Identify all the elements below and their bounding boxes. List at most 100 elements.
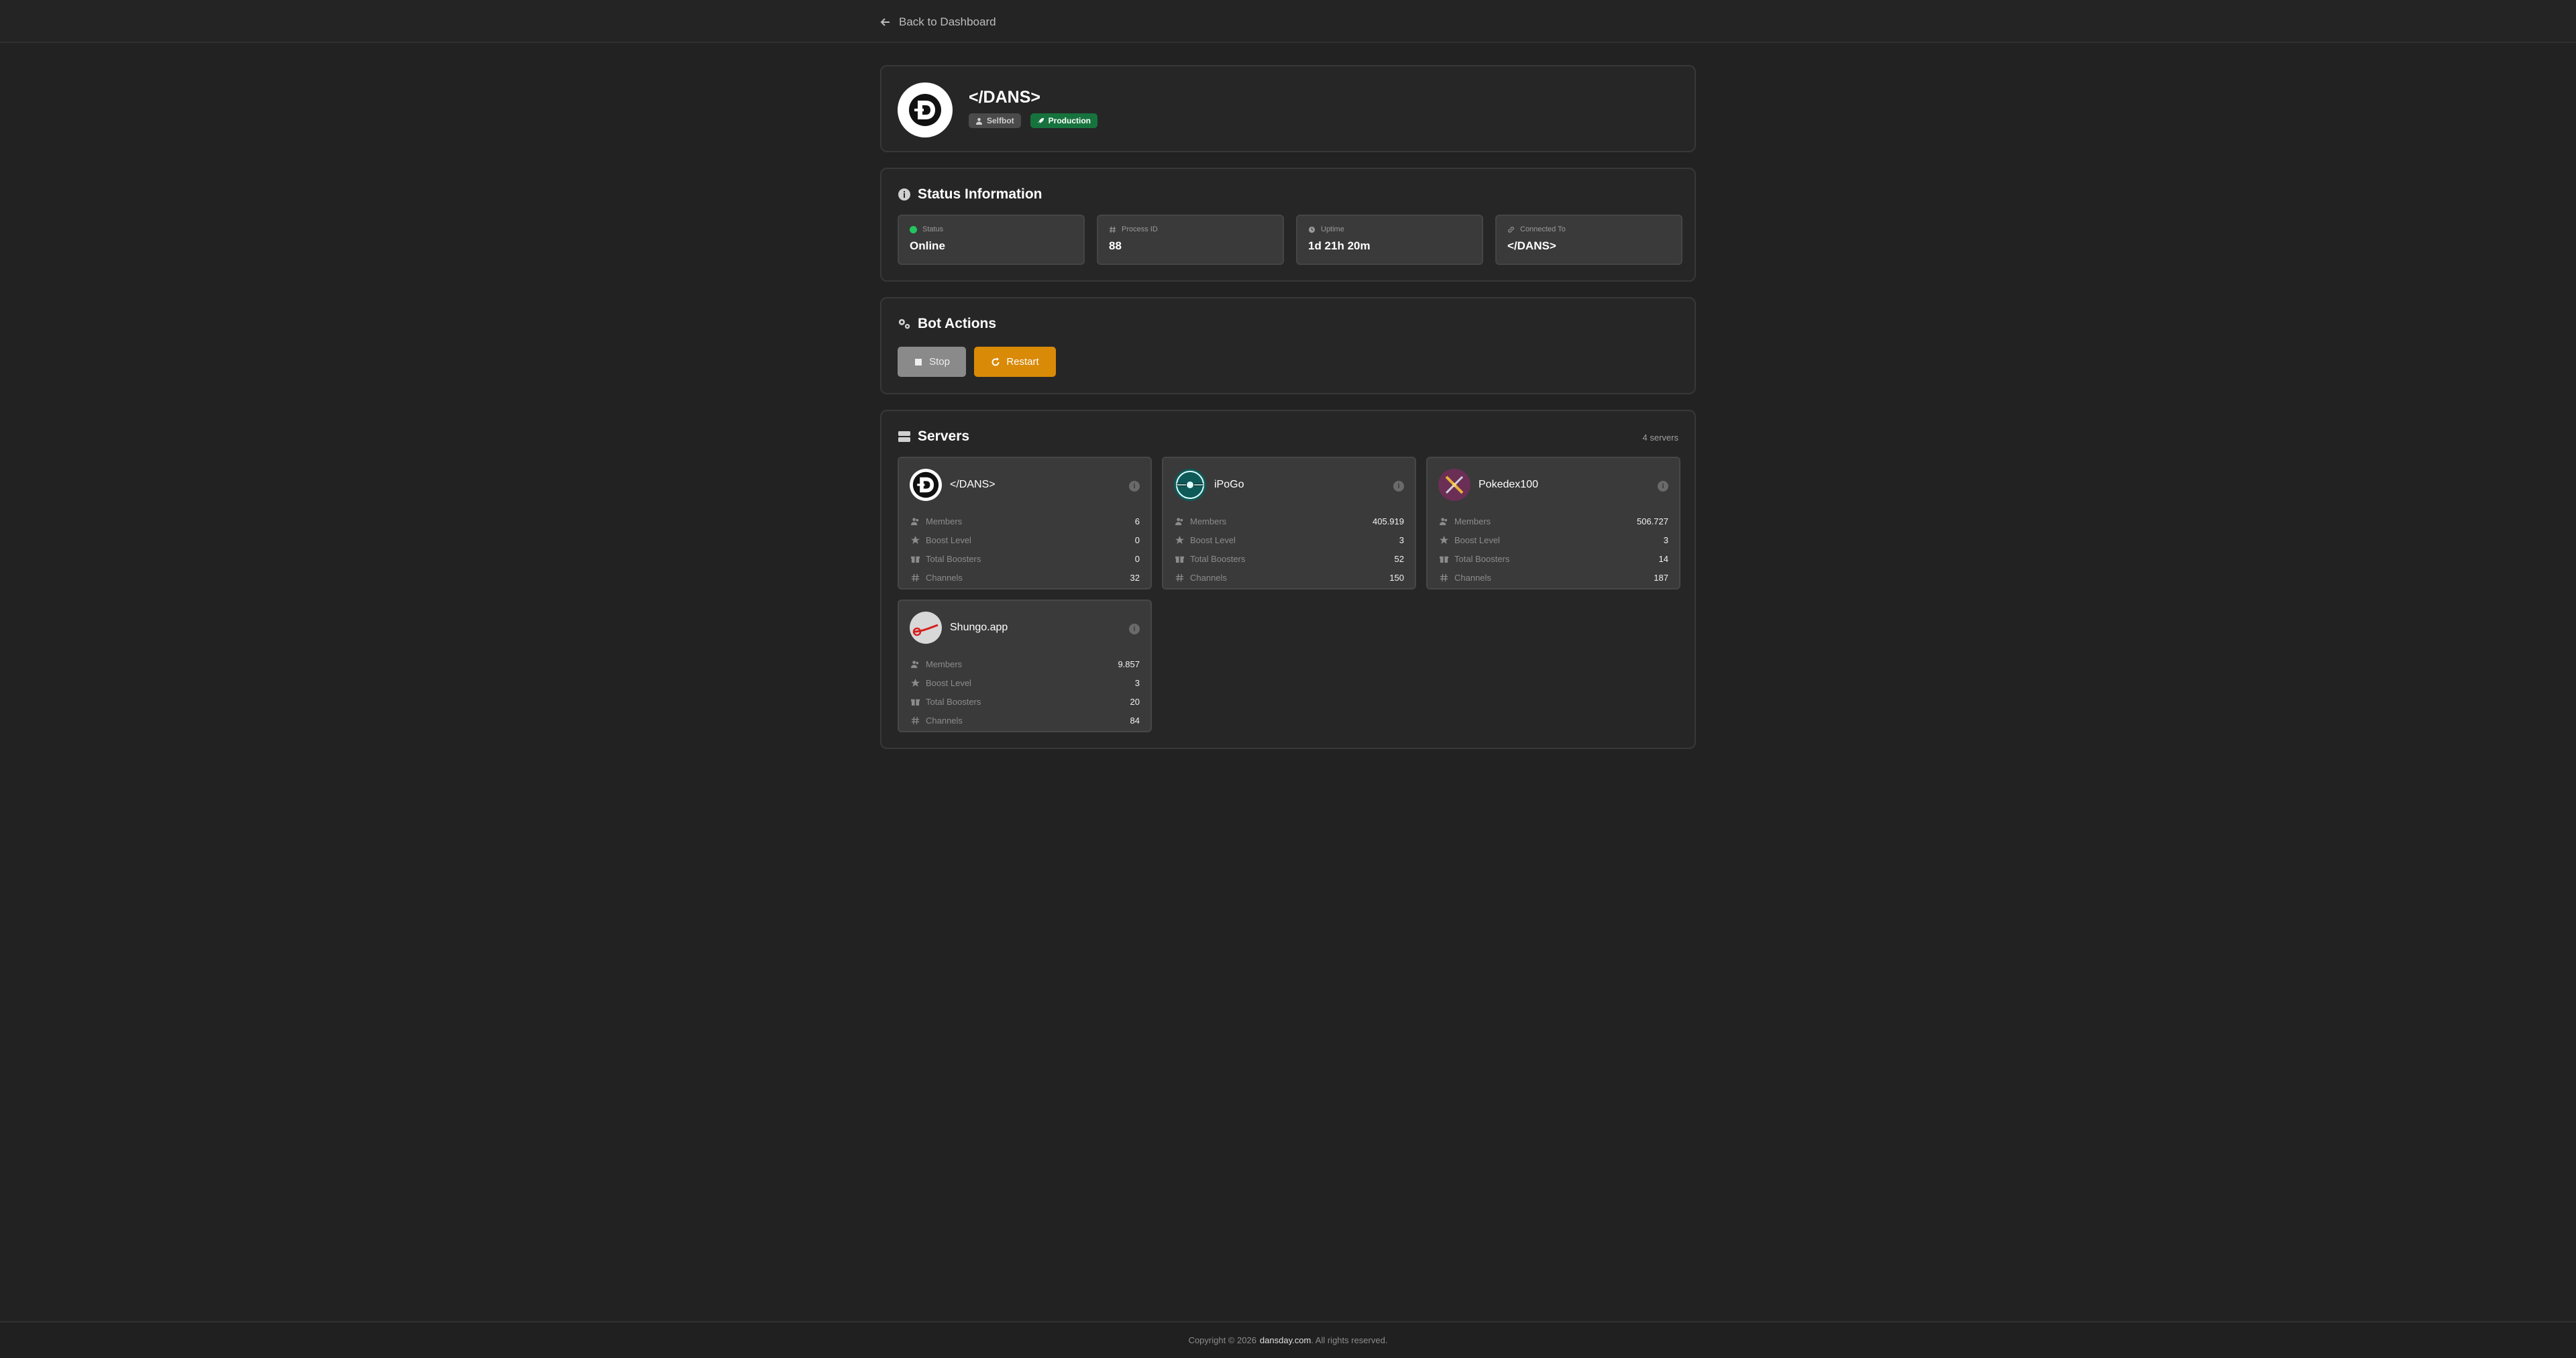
boost-level-value: 0	[1134, 534, 1140, 545]
actions-section-title: Bot Actions	[898, 316, 996, 332]
info-icon[interactable]: i	[1129, 481, 1140, 492]
users-icon	[911, 517, 919, 525]
production-badge-label: Production	[1048, 116, 1091, 125]
channels-value: 32	[1130, 572, 1140, 583]
stop-icon	[915, 358, 922, 365]
members-label: Members	[1190, 516, 1227, 526]
info-icon[interactable]: i	[1393, 481, 1404, 492]
server-name: Pokedex100	[1479, 479, 1538, 490]
hashtag-icon	[911, 716, 920, 724]
footer-rights: . All rights reserved.	[1311, 1335, 1388, 1345]
server-avatar	[910, 612, 942, 644]
back-to-dashboard-link[interactable]: Back to Dashboard	[880, 13, 996, 31]
members-value: 506.727	[1637, 516, 1668, 526]
restart-button[interactable]: Restart	[974, 347, 1056, 377]
status-label: Status	[922, 225, 944, 233]
stop-button[interactable]: Stop	[898, 347, 966, 377]
servers-title-text: Servers	[918, 429, 970, 444]
footer-site-link[interactable]: dansday.com	[1260, 1335, 1311, 1345]
boost-level-label: Boost Level	[926, 677, 971, 688]
channels-value: 150	[1389, 572, 1404, 583]
hashtag-icon	[1440, 573, 1448, 581]
star-icon	[1440, 535, 1448, 544]
users-icon	[1175, 517, 1183, 525]
boost-level-row: Boost Level 3	[1175, 530, 1404, 549]
total-boosters-row: Total Boosters 0	[911, 549, 1140, 568]
users-icon	[1440, 517, 1448, 525]
boost-level-row: Boost Level 0	[911, 530, 1140, 549]
bot-badges: Selfbot Production	[969, 113, 1097, 128]
hashtag-icon	[1109, 226, 1116, 233]
process-id-box: Process ID 88	[1097, 215, 1284, 265]
info-circle-icon	[898, 188, 910, 201]
gears-icon	[898, 319, 910, 329]
channels-label: Channels	[926, 715, 963, 726]
star-icon	[911, 535, 920, 544]
action-buttons: Stop Restart	[898, 347, 1056, 377]
total-boosters-value: 14	[1658, 553, 1668, 564]
footer-copyright: Copyright © 2026	[1188, 1335, 1256, 1345]
server-name: iPoGo	[1214, 479, 1244, 490]
gift-icon	[911, 699, 920, 705]
server-card[interactable]: Pokedex100 i Members 506.727 Boost Level 3…	[1426, 457, 1680, 589]
star-icon	[911, 678, 920, 687]
members-value: 6	[1134, 516, 1140, 526]
uptime-value: 1d 21h 20m	[1308, 239, 1371, 252]
boost-level-value: 3	[1399, 534, 1404, 545]
boost-level-row: Boost Level 3	[1440, 530, 1668, 549]
channels-row: Channels 150	[1175, 568, 1404, 587]
server-name: </DANS>	[950, 479, 996, 490]
server-card[interactable]: iPoGo i Members 405.919 Boost Level 3 Tota…	[1162, 457, 1416, 589]
uptime-label: Uptime	[1321, 225, 1344, 233]
actions-title-text: Bot Actions	[918, 316, 997, 331]
connected-to-box: Connected To </DANS>	[1495, 215, 1682, 265]
production-badge: Production	[1030, 113, 1097, 128]
uptime-box: Uptime 1d 21h 20m	[1296, 215, 1483, 265]
status-title-text: Status Information	[918, 186, 1042, 202]
total-boosters-label: Total Boosters	[926, 553, 981, 564]
hashtag-icon	[1175, 573, 1184, 581]
gift-icon	[1440, 556, 1448, 563]
gift-icon	[1175, 556, 1184, 563]
info-icon[interactable]: i	[1129, 624, 1140, 634]
gift-icon	[911, 556, 920, 563]
arrow-left-icon	[880, 18, 890, 26]
boost-level-value: 3	[1134, 677, 1140, 688]
back-link-label: Back to Dashboard	[899, 15, 996, 28]
channels-row: Channels 187	[1440, 568, 1668, 587]
members-row: Members 9.857	[911, 655, 1140, 673]
server-avatar	[1438, 469, 1470, 501]
total-boosters-row: Total Boosters 14	[1440, 549, 1668, 568]
members-value: 405.919	[1373, 516, 1404, 526]
total-boosters-value: 20	[1130, 696, 1140, 707]
server-icon	[898, 431, 910, 442]
total-boosters-label: Total Boosters	[926, 696, 981, 707]
connected-to-value: </DANS>	[1507, 239, 1556, 252]
servers-section-title: Servers	[898, 429, 969, 445]
process-id-value: 88	[1109, 239, 1122, 252]
selfbot-badge: Selfbot	[969, 113, 1021, 128]
server-avatar	[1174, 469, 1206, 501]
members-row: Members 506.727	[1440, 512, 1668, 530]
link-icon	[1508, 226, 1514, 233]
server-avatar	[910, 469, 942, 501]
boost-level-row: Boost Level 3	[911, 673, 1140, 692]
hashtag-icon	[911, 573, 920, 581]
selfbot-badge-label: Selfbot	[987, 116, 1014, 125]
total-boosters-row: Total Boosters 20	[911, 692, 1140, 711]
server-card[interactable]: </DANS> i Members 6 Boost Level 0 Total Bo…	[898, 457, 1152, 589]
server-card[interactable]: Shungo.app i Members 9.857 Boost Level 3 T…	[898, 600, 1152, 732]
channels-label: Channels	[926, 572, 963, 583]
members-row: Members 405.919	[1175, 512, 1404, 530]
bot-logo-icon	[909, 94, 941, 126]
online-dot-icon	[910, 225, 917, 233]
stop-button-label: Stop	[929, 356, 950, 367]
process-id-label: Process ID	[1122, 225, 1158, 233]
boost-level-label: Boost Level	[1190, 534, 1236, 545]
channels-row: Channels 32	[911, 568, 1140, 587]
status-information-card: Status Information Status Online Process…	[880, 168, 1696, 282]
connected-to-label: Connected To	[1520, 225, 1566, 233]
users-icon	[911, 660, 919, 668]
bot-name: </DANS>	[969, 88, 1040, 107]
info-icon[interactable]: i	[1658, 481, 1668, 492]
